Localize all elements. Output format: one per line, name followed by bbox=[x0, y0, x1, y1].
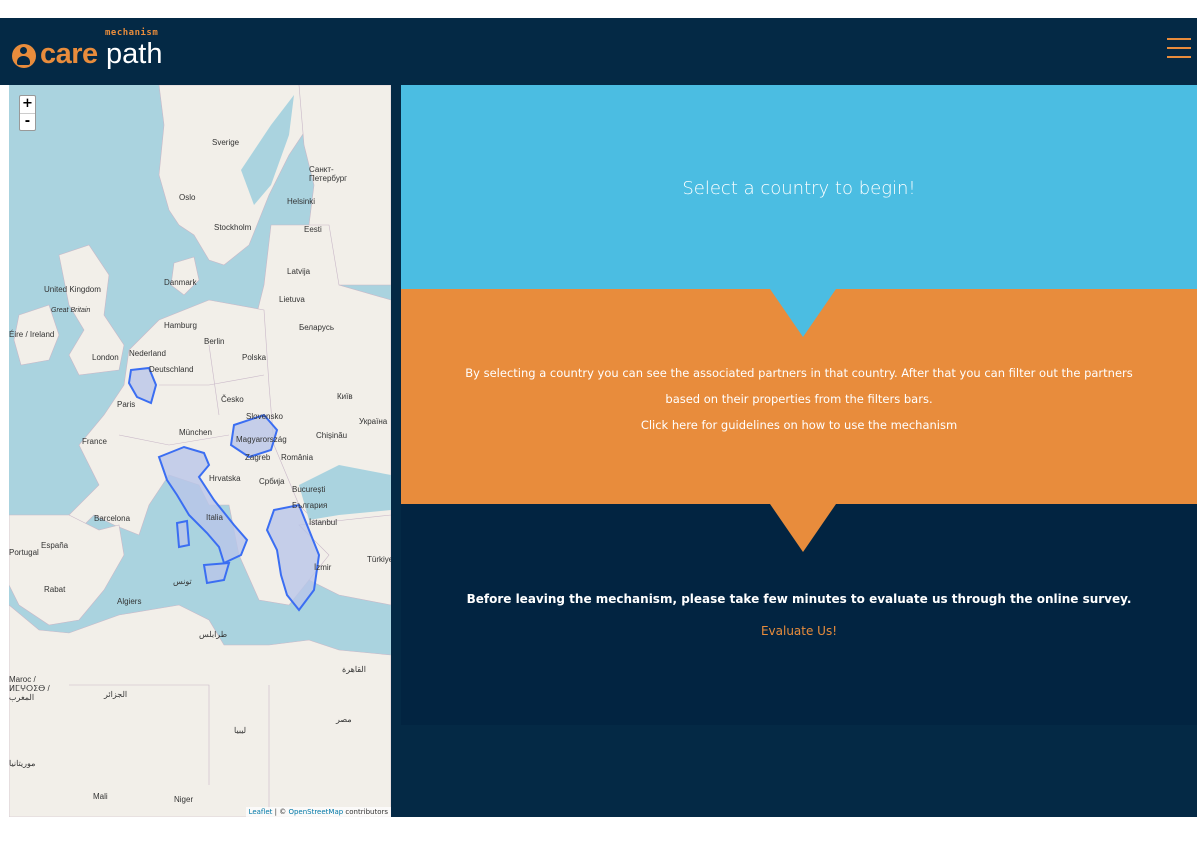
map-label-espana: España bbox=[41, 541, 69, 550]
blue-pointer-arrow bbox=[770, 289, 836, 337]
map-label-libya: ليبيا bbox=[234, 726, 247, 735]
map-label-izmir: İzmir bbox=[314, 563, 332, 572]
map-label-niger: Niger bbox=[174, 795, 194, 804]
map-label-italia: Italia bbox=[206, 513, 223, 522]
map-label-chisinau: Chișinău bbox=[316, 431, 348, 440]
map-label-hrvatska: Hrvatska bbox=[209, 474, 241, 483]
map-label-munchen: München bbox=[179, 428, 212, 437]
map-label-rabat: Rabat bbox=[44, 585, 66, 594]
map-label-mali: Mali bbox=[93, 792, 108, 801]
guidelines-link[interactable]: Click here for guidelines on how to use … bbox=[401, 409, 1197, 441]
map-label-polska: Polska bbox=[242, 353, 267, 362]
map-label-aljazair: الجزائر bbox=[104, 690, 128, 699]
map-label-cesko: Česko bbox=[221, 395, 244, 404]
hamburger-icon[interactable] bbox=[1167, 36, 1191, 60]
map-label-istanbul: İstanbul bbox=[309, 518, 338, 527]
bottom-strip bbox=[0, 817, 1197, 842]
map-label-slovensko: Slovensko bbox=[246, 412, 283, 421]
map-label-cairo: القاهرة bbox=[342, 665, 366, 674]
map-label-danmark: Danmark bbox=[164, 278, 197, 287]
logo-mechanism-text: mechanism bbox=[105, 28, 159, 38]
map-label-romania: România bbox=[281, 453, 314, 462]
map-label-latvija: Latvija bbox=[287, 267, 311, 276]
right-footer-area bbox=[391, 725, 1197, 817]
map-label-sverige: Sverige bbox=[212, 138, 240, 147]
map[interactable]: Sverige Oslo Stockholm Helsinki Санкт-Пе… bbox=[9, 85, 391, 817]
map-label-stockholm: Stockholm bbox=[214, 223, 252, 232]
info-text: By selecting a country you can see the a… bbox=[401, 357, 1197, 441]
map-label-london: London bbox=[92, 353, 119, 362]
map-label-deutschland: Deutschland bbox=[149, 365, 194, 374]
map-label-ukraina: Україна bbox=[359, 417, 388, 426]
map-label-maroc: Maroc / ⵍⵎⵖⵔⵉⴱ / المغرب bbox=[9, 675, 50, 702]
carepath-logo[interactable]: mechanism care path bbox=[10, 26, 180, 78]
orange-pointer-arrow bbox=[770, 504, 836, 552]
map-label-united-kingdom: United Kingdom bbox=[44, 285, 101, 294]
map-label-barcelona: Barcelona bbox=[94, 514, 131, 523]
attribution-suffix: contributors bbox=[343, 808, 388, 816]
map-label-belarus: Беларусь bbox=[299, 323, 334, 332]
map-label-oslo: Oslo bbox=[179, 193, 196, 202]
map-label-nederland: Nederland bbox=[129, 349, 166, 358]
map-label-paris: Paris bbox=[117, 400, 136, 409]
map-label-kyiv: Київ bbox=[337, 392, 353, 401]
map-label-tunis: تونس bbox=[173, 577, 192, 586]
evaluate-us-link[interactable]: Evaluate Us! bbox=[401, 624, 1197, 638]
map-label-sankt: Санкт-Петербург bbox=[309, 165, 348, 183]
survey-text: Before leaving the mechanism, please tak… bbox=[466, 592, 1132, 606]
zoom-in-button[interactable]: + bbox=[20, 96, 35, 113]
osm-link[interactable]: OpenStreetMap bbox=[288, 808, 343, 816]
zoom-out-button[interactable]: - bbox=[20, 113, 35, 130]
logo-path-text: path bbox=[106, 38, 163, 70]
select-country-title: Select a country to begin! bbox=[682, 178, 916, 199]
map-label-misr: مصر bbox=[336, 715, 352, 724]
zoom-control: + - bbox=[19, 95, 36, 131]
map-label-portugal: Portugal bbox=[9, 548, 39, 557]
map-label-algiers: Algiers bbox=[117, 597, 142, 606]
logo-care-text: care bbox=[40, 38, 98, 70]
top-strip bbox=[0, 0, 1197, 18]
map-label-hamburg: Hamburg bbox=[164, 321, 197, 330]
map-tiles bbox=[9, 85, 391, 817]
map-divider bbox=[391, 85, 401, 817]
map-label-muritania: موريتانيا bbox=[9, 759, 36, 768]
map-label-balgariya: България bbox=[292, 501, 328, 510]
map-label-eire: Éire / Ireland bbox=[9, 330, 55, 339]
map-label-zagreb: Zagreb bbox=[245, 453, 271, 462]
map-label-tarabulus: طرابلس bbox=[199, 630, 228, 639]
map-label-helsinki: Helsinki bbox=[287, 197, 316, 206]
attribution-separator: | © bbox=[272, 808, 289, 816]
person-logo-icon bbox=[12, 44, 36, 68]
map-label-eesti: Eesti bbox=[304, 225, 322, 234]
map-label-berlin: Berlin bbox=[204, 337, 225, 346]
map-label-france: France bbox=[82, 437, 107, 446]
map-label-great-britain: Great Britain bbox=[51, 307, 91, 314]
map-label-turkiye: Türkiye bbox=[367, 555, 391, 564]
map-label-lietuva: Lietuva bbox=[279, 295, 305, 304]
navbar: mechanism care path bbox=[0, 18, 1197, 85]
map-label-magyarorszag: Magyarország bbox=[236, 435, 287, 444]
map-label-srbija: Србија bbox=[259, 477, 285, 486]
map-attribution: Leaflet | © OpenStreetMap contributors bbox=[245, 807, 391, 817]
leaflet-link[interactable]: Leaflet bbox=[249, 808, 273, 816]
map-label-bucuresti: București bbox=[292, 485, 326, 494]
